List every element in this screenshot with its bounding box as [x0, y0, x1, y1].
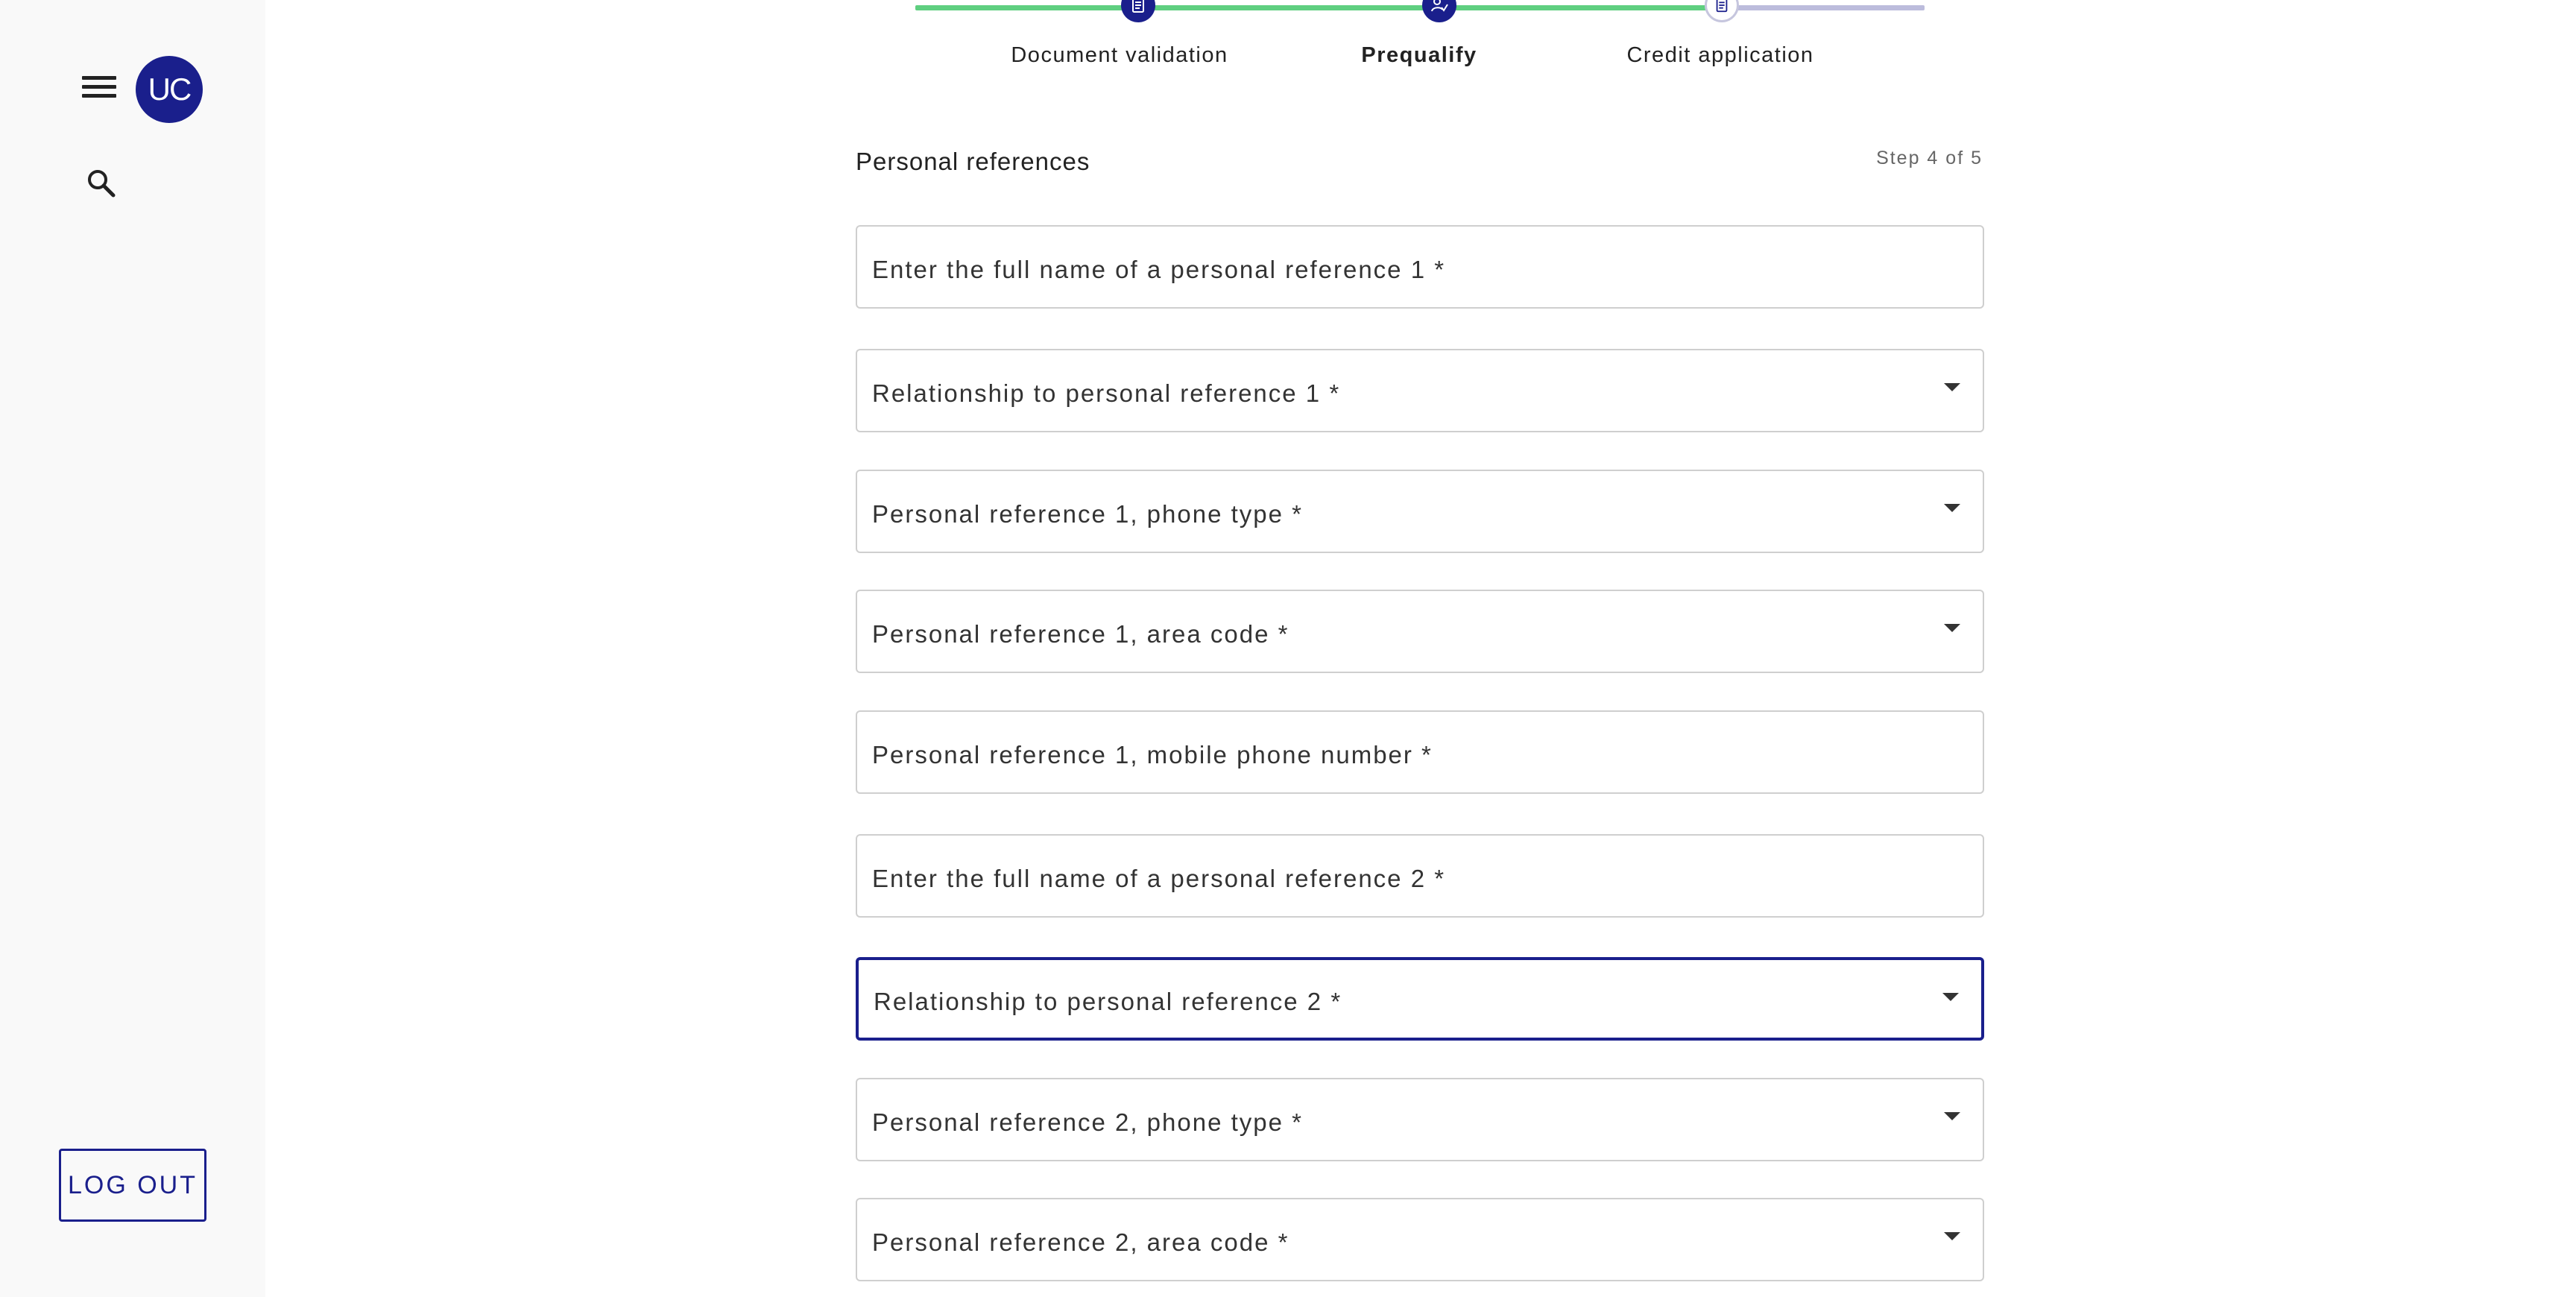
field-label: Relationship to personal reference 1 * [872, 379, 1341, 407]
dropdown-arrow-icon [1944, 383, 1960, 391]
progress-stepper: Document validation Prequalify Credit ap… [915, 0, 1925, 82]
progress-line-done [915, 5, 1722, 10]
reference-1-mobile-phone-field[interactable]: Personal reference 1, mobile phone numbe… [856, 710, 1984, 794]
reference-1-full-name-field[interactable]: Enter the full name of a personal refere… [856, 225, 1984, 309]
step-label-document-validation: Document validation [1011, 43, 1228, 67]
dropdown-arrow-icon [1944, 1232, 1960, 1240]
field-label: Enter the full name of a personal refere… [872, 256, 1446, 283]
prequalify-icon [1422, 0, 1456, 22]
reference-1-phone-type-select[interactable]: Personal reference 1, phone type * [856, 470, 1984, 553]
reference-2-phone-type-select[interactable]: Personal reference 2, phone type * [856, 1078, 1984, 1161]
sidebar: UC LOG OUT [0, 0, 265, 1297]
step-label-credit-application: Credit application [1626, 43, 1814, 67]
field-label: Personal reference 2, phone type * [872, 1108, 1304, 1136]
dropdown-arrow-icon [1942, 993, 1959, 1001]
progress-line-pending [1722, 5, 1925, 10]
step-indicator: Step 4 of 5 [1876, 148, 1983, 168]
reference-2-full-name-field[interactable]: Enter the full name of a personal refere… [856, 834, 1984, 918]
dropdown-arrow-icon [1944, 504, 1960, 512]
dropdown-arrow-icon [1944, 1112, 1960, 1120]
avatar[interactable]: UC [136, 56, 203, 123]
section-title: Personal references [856, 148, 1090, 175]
field-label: Personal reference 1, area code * [872, 620, 1289, 648]
document-icon [1121, 0, 1155, 22]
menu-icon[interactable] [82, 76, 116, 103]
search-icon[interactable] [85, 167, 118, 200]
reference-2-area-code-select[interactable]: Personal reference 2, area code * [856, 1198, 1984, 1281]
field-label: Enter the full name of a personal refere… [872, 865, 1446, 892]
reference-2-relationship-select[interactable]: Relationship to personal reference 2 * [856, 957, 1984, 1041]
field-label: Relationship to personal reference 2 * [874, 988, 1342, 1015]
dropdown-arrow-icon [1944, 624, 1960, 632]
step-label-prequalify: Prequalify [1361, 43, 1477, 67]
field-label: Personal reference 1, mobile phone numbe… [872, 741, 1433, 769]
credit-application-icon [1705, 0, 1739, 22]
logout-button[interactable]: LOG OUT [59, 1149, 206, 1222]
field-label: Personal reference 1, phone type * [872, 500, 1304, 528]
reference-1-relationship-select[interactable]: Relationship to personal reference 1 * [856, 349, 1984, 432]
reference-1-area-code-select[interactable]: Personal reference 1, area code * [856, 590, 1984, 673]
field-label: Personal reference 2, area code * [872, 1228, 1289, 1256]
avatar-initials: UC [148, 72, 192, 107]
